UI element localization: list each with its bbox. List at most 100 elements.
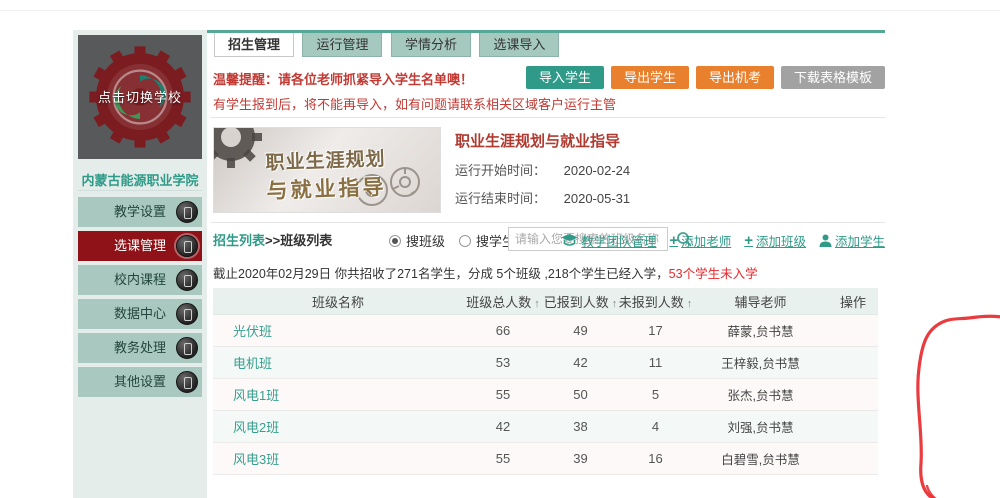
header-total: 班级总人数↑ xyxy=(463,292,543,311)
total-count: 66 xyxy=(463,323,543,338)
header-actions: 操作 xyxy=(828,292,878,311)
export-exam-button[interactable]: 导出机考 xyxy=(696,66,774,89)
gear-decoration-icon xyxy=(213,127,266,172)
sidebar-item-other-settings[interactable]: 其他设置 xyxy=(78,367,202,397)
header-class-name: 班级名称 xyxy=(213,292,463,311)
divider xyxy=(211,222,885,223)
download-template-button[interactable]: 下载表格模板 xyxy=(781,66,885,89)
stats-text: 截止2020年02月29日 你共招收了271名学生，分成 5个班级 ,218个学… xyxy=(213,267,669,281)
sort-icon[interactable]: ↑ xyxy=(534,298,540,310)
sidebar-menu: 教学设置 选课管理 校内课程 数据中心 教务处理 其他设置 xyxy=(78,197,202,401)
sidebar-item-academic-affairs[interactable]: 教务处理 xyxy=(78,333,202,363)
radio-label: 搜班级 xyxy=(406,231,445,250)
table-row: 风电3班 55 39 16 白碧雪,贠书慧 xyxy=(213,443,878,475)
school-logo[interactable]: 点击切换学校 xyxy=(78,35,202,159)
course-start-row: 运行开始时间： 2020-02-24 xyxy=(455,160,630,179)
enrollment-stats: 截止2020年02月29日 你共招收了271名学生，分成 5个班级 ,218个学… xyxy=(213,263,758,282)
radio-search-student[interactable]: 搜学生 xyxy=(459,231,515,250)
sidebar-item-course-selection[interactable]: 选课管理 xyxy=(78,231,202,261)
class-name-link[interactable]: 风电3班 xyxy=(233,452,279,467)
person-icon xyxy=(819,234,832,247)
tab-enrollment[interactable]: 招生管理 xyxy=(214,33,294,57)
add-student-link[interactable]: 添加学生 xyxy=(819,231,885,250)
unreported-count: 4 xyxy=(618,419,693,434)
tab-course-import[interactable]: 选课导入 xyxy=(479,33,559,57)
tab-operation[interactable]: 运行管理 xyxy=(302,33,382,57)
sidebar-item-label: 选课管理 xyxy=(114,238,166,253)
class-name-link[interactable]: 电机班 xyxy=(233,356,272,371)
course-start-date: 2020-02-24 xyxy=(564,163,631,178)
reported-count: 49 xyxy=(543,323,618,338)
export-students-button[interactable]: 导出学生 xyxy=(611,66,689,89)
radio-search-class[interactable]: 搜班级 xyxy=(389,231,445,250)
sidebar-divider xyxy=(78,190,202,191)
unreported-count: 17 xyxy=(618,323,693,338)
advisor-names: 白碧雪,贠书慧 xyxy=(693,449,828,468)
class-name-link[interactable]: 风电2班 xyxy=(233,420,279,435)
thumbnail-title-line1: 职业生涯规划 xyxy=(265,144,386,175)
phone-badge-icon xyxy=(176,371,198,393)
class-name-link[interactable]: 风电1班 xyxy=(233,388,279,403)
course-start-label: 运行开始时间： xyxy=(455,163,546,178)
phone-badge-icon xyxy=(176,235,198,257)
total-count: 42 xyxy=(463,419,543,434)
import-students-button[interactable]: 导入学生 xyxy=(526,66,604,89)
stats-unenrolled-highlight: 53个学生未入学 xyxy=(669,267,758,281)
phone-badge-icon xyxy=(176,269,198,291)
table-header-row: 班级名称 班级总人数↑ 已报到人数↑ 未报到人数↑ 辅导老师 操作 xyxy=(213,288,878,315)
phone-badge-icon xyxy=(176,337,198,359)
teaching-team-link[interactable]: 教学团队管理 xyxy=(561,231,656,250)
graduation-cap-icon xyxy=(561,234,578,247)
course-title: 职业生涯规划与就业指导 xyxy=(455,130,630,151)
header-advisors: 辅导老师 xyxy=(693,292,828,311)
course-end-row: 运行结束时间： 2020-05-31 xyxy=(455,188,630,207)
unreported-count: 11 xyxy=(618,355,693,370)
quick-links: 教学团队管理 + 添加老师 + 添加班级 添加学生 xyxy=(561,231,885,250)
table-row: 光伏班 66 49 17 薛蒙,贠书慧 xyxy=(213,315,878,347)
reported-count: 39 xyxy=(543,451,618,466)
thumbnail-title: 职业生涯规划 与就业指导 xyxy=(265,144,387,205)
notice-line-2: 有学生报到后，将不能再导入，如有问题请联系相关区域客户运行主管 xyxy=(213,92,593,118)
course-end-label: 运行结束时间： xyxy=(455,191,546,206)
class-name-link[interactable]: 光伏班 xyxy=(233,324,272,339)
radio-unselected-icon[interactable] xyxy=(459,235,471,247)
total-count: 55 xyxy=(463,387,543,402)
sidebar-item-campus-courses[interactable]: 校内课程 xyxy=(78,265,202,295)
unreported-count: 16 xyxy=(618,451,693,466)
sidebar-item-label: 数据中心 xyxy=(114,306,166,321)
phone-badge-icon xyxy=(176,201,198,223)
page: 点击切换学校 内蒙古能源职业学院 教学设置 选课管理 校内课程 数据中心 教务处… xyxy=(0,0,1000,498)
breadcrumb-class-list: >>班级列表 xyxy=(265,233,332,248)
list-controls: 招生列表>>班级列表 搜班级 搜学生 xyxy=(213,230,885,256)
tab-bar: 招生管理 运行管理 学情分析 选课导入 xyxy=(207,30,885,57)
sort-icon[interactable]: ↑ xyxy=(687,298,693,310)
reported-count: 50 xyxy=(543,387,618,402)
phone-badge-icon xyxy=(176,303,198,325)
sidebar-item-teaching-settings[interactable]: 教学设置 xyxy=(78,197,202,227)
link-label: 添加学生 xyxy=(835,231,885,250)
add-class-link[interactable]: + 添加班级 xyxy=(744,231,806,250)
sidebar-item-label: 校内课程 xyxy=(114,272,166,287)
sidebar-item-data-center[interactable]: 数据中心 xyxy=(78,299,202,329)
sort-icon[interactable]: ↑ xyxy=(612,298,618,310)
breadcrumb-enrollment-list[interactable]: 招生列表 xyxy=(213,233,265,248)
sidebar-item-label: 其他设置 xyxy=(114,374,166,389)
table-row: 风电1班 55 50 5 张杰,贠书慧 xyxy=(213,379,878,411)
radio-selected-icon[interactable] xyxy=(389,235,401,247)
header-unreported: 未报到人数↑ xyxy=(618,292,693,311)
add-teacher-link[interactable]: + 添加老师 xyxy=(669,231,731,250)
school-name: 内蒙古能源职业学院 xyxy=(73,170,207,189)
advisor-names: 张杰,贠书慧 xyxy=(693,385,828,404)
sidebar: 点击切换学校 内蒙古能源职业学院 教学设置 选课管理 校内课程 数据中心 教务处… xyxy=(73,30,207,498)
tab-learning-analysis[interactable]: 学情分析 xyxy=(391,33,471,57)
thumbnail-title-line2: 与就业指导 xyxy=(266,171,387,205)
link-label: 添加老师 xyxy=(681,231,731,250)
course-end-date: 2020-05-31 xyxy=(564,191,631,206)
header-reported: 已报到人数↑ xyxy=(543,292,618,311)
course-info: 职业生涯规划与就业指导 运行开始时间： 2020-02-24 运行结束时间： 2… xyxy=(455,130,630,207)
advisor-names: 薛蒙,贠书慧 xyxy=(693,321,828,340)
table-row: 电机班 53 42 11 王梓毅,贠书慧 xyxy=(213,347,878,379)
top-divider xyxy=(0,10,1000,11)
action-buttons: 导入学生 导出学生 导出机考 下载表格模板 xyxy=(526,66,885,89)
switch-school-label[interactable]: 点击切换学校 xyxy=(78,87,202,106)
